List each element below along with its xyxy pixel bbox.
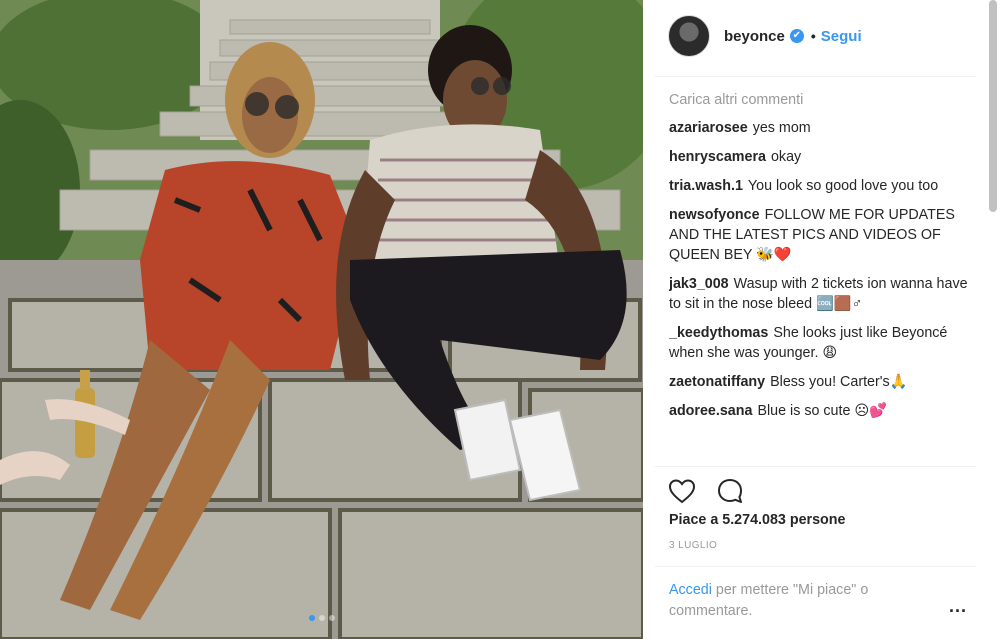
comment-item: newsofyonce FOLLOW ME FOR UPDATES AND THE… [669, 205, 969, 265]
follow-button[interactable]: Segui [821, 28, 862, 45]
comment-username[interactable]: newsofyonce [669, 207, 760, 223]
post-sidebar: beyonce ✔ • Segui Carica altri commenti … [643, 0, 1000, 639]
comment-item: _keedythomas She looks just like Beyoncé … [669, 323, 969, 363]
footer-divider [655, 566, 976, 567]
comments-scrollbar[interactable] [989, 0, 997, 212]
comment-username[interactable]: tria.wash.1 [669, 178, 743, 194]
login-prompt: Accedi per mettere "Mi piace" o commenta… [669, 580, 919, 622]
verified-badge-icon: ✔ [789, 29, 804, 43]
comment-item: azariarosee yes mom [669, 118, 969, 138]
post-actions [667, 476, 745, 506]
header-separator: • [810, 28, 816, 44]
load-more-comments-button[interactable]: Carica altri commenti [669, 90, 969, 110]
carousel-dot [328, 615, 335, 621]
comment-username[interactable]: azariarosee [669, 120, 748, 136]
carousel-dot-active [308, 615, 315, 621]
header-divider [655, 76, 976, 77]
comment-item: adoree.sana Blue is so cute ☹💕 [669, 401, 969, 421]
more-options-button[interactable]: ... [949, 596, 967, 617]
photo-illustration [0, 0, 643, 639]
comment-text: You look so good love you too [747, 178, 939, 194]
comment-username[interactable]: jak3_008 [669, 276, 729, 292]
comment-item: zaetonatiffany Bless you! Carter's🙏 [669, 372, 969, 392]
comment-username[interactable]: zaetonatiffany [669, 374, 765, 390]
comments-divider [655, 466, 976, 467]
carousel-dot [318, 615, 325, 621]
comment-item: jak3_008 Wasup with 2 tickets ion wanna h… [669, 274, 969, 314]
login-link[interactable]: Accedi [669, 582, 712, 598]
comment-text: Blue is so cute ☹💕 [757, 403, 888, 419]
comment-text: okay [770, 149, 802, 165]
post-photo[interactable] [0, 0, 643, 639]
comment-username[interactable]: adoree.sana [669, 403, 752, 419]
comment-item: henryscamera okay [669, 147, 969, 167]
likes-count[interactable]: Piace a 5.274.083 persone [669, 512, 845, 528]
post-header: beyonce ✔ • Segui [643, 0, 1000, 72]
heart-outline-icon[interactable] [667, 476, 697, 506]
avatar[interactable] [668, 15, 710, 57]
comment-bubble-icon[interactable] [715, 476, 745, 506]
comment-text: yes mom [752, 120, 811, 136]
comment-username[interactable]: henryscamera [669, 149, 766, 165]
comments-list[interactable]: Carica altri commenti azariarosee yes mom… [669, 90, 969, 464]
post-date: 3 LUGLIO [669, 540, 718, 551]
comment-item: tria.wash.1 You look so good love you too [669, 176, 969, 196]
comment-text: Bless you! Carter's🙏 [770, 374, 908, 390]
comment-username[interactable]: _keedythomas [669, 325, 768, 341]
username[interactable]: beyonce [724, 28, 785, 45]
carousel-indicator [0, 615, 643, 621]
